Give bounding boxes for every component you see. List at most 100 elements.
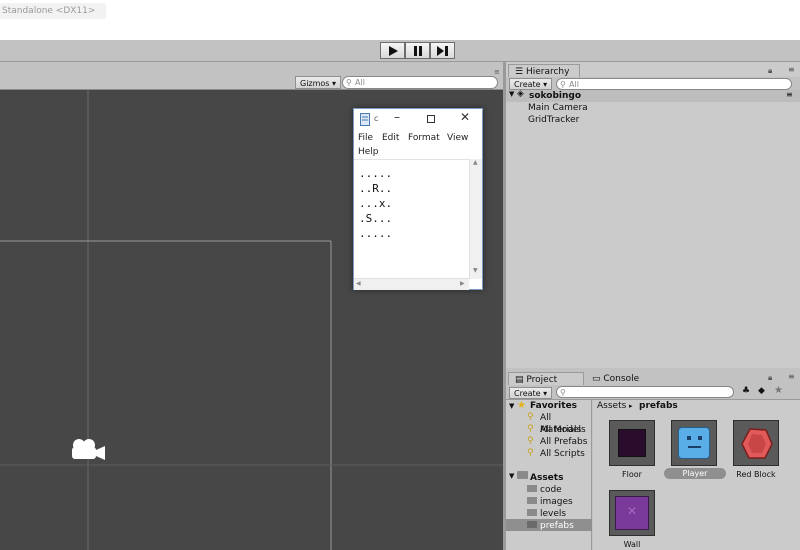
project-search-input[interactable]: ⚲ bbox=[556, 386, 734, 398]
scene-search-input[interactable]: ⚲ All bbox=[342, 76, 498, 89]
search-filter-icon: ⚲ bbox=[527, 424, 534, 434]
eye-left bbox=[687, 436, 691, 440]
pause-button[interactable] bbox=[405, 42, 430, 59]
notepad-menu-view[interactable]: View bbox=[447, 133, 468, 143]
scroll-up-icon[interactable]: ▲ bbox=[473, 159, 478, 166]
notepad-window[interactable]: c – ✕ File Edit Format View Help .......… bbox=[353, 108, 483, 290]
notepad-menu-edit[interactable]: Edit bbox=[382, 133, 399, 143]
scroll-down-icon[interactable]: ▼ bbox=[473, 267, 478, 274]
red-block-prefab-icon bbox=[741, 428, 773, 459]
notepad-horizontal-scrollbar[interactable]: ◀ ▶ bbox=[354, 278, 469, 290]
folder-code[interactable]: code bbox=[540, 484, 562, 496]
project-folder-tree: ▼ ★ Favorites ⚲ All Materials ⚲ All Mode… bbox=[506, 400, 592, 550]
notepad-line: ..... bbox=[359, 167, 393, 180]
favorites-label[interactable]: Favorites bbox=[530, 400, 577, 412]
close-icon[interactable]: ✕ bbox=[460, 110, 470, 124]
hierarchy-search-placeholder: All bbox=[569, 80, 579, 89]
tab-project[interactable]: ▤ Project bbox=[508, 372, 584, 386]
notepad-title: c bbox=[374, 114, 379, 123]
breadcrumb-assets[interactable]: Assets bbox=[597, 400, 626, 412]
notepad-menu-format[interactable]: Format bbox=[408, 133, 440, 143]
gizmos-label: Gizmos bbox=[300, 79, 330, 88]
hierarchy-tab-label: Hierarchy bbox=[525, 67, 570, 77]
lock-icon[interactable]: 🔒︎ bbox=[768, 373, 772, 383]
asset-floor[interactable] bbox=[609, 420, 655, 466]
window-title-bar: Standalone <DX11> bbox=[0, 0, 800, 40]
scene-row[interactable]: ▼ ◈ sokobingo ≡ bbox=[506, 89, 800, 102]
search-filter-icon: ⚲ bbox=[527, 436, 534, 446]
favorite-all-models[interactable]: All Models bbox=[540, 424, 586, 436]
hierarchy-toolbar: Create ▾ ⚲ All bbox=[506, 77, 800, 91]
project-create-button[interactable]: Create ▾ bbox=[509, 387, 553, 399]
notepad-line: ...x. bbox=[359, 197, 393, 210]
project-panel: ▤ Project ▭ Console 🔒︎ ≡ Create ▾ ⚲ ♣ ◆ … bbox=[506, 368, 800, 550]
scroll-right-icon[interactable]: ▶ bbox=[460, 280, 465, 287]
scene-menu-icon[interactable]: ≡ bbox=[786, 90, 793, 99]
project-toolbar: Create ▾ ⚲ ♣ ◆ ★ bbox=[506, 385, 800, 400]
unity-scene-icon: ◈ bbox=[517, 89, 524, 99]
panel-menu-icon[interactable]: ≡ bbox=[788, 372, 795, 381]
play-icon bbox=[388, 45, 398, 56]
notepad-icon bbox=[360, 113, 370, 126]
hierarchy-search-input[interactable]: ⚲ All bbox=[556, 78, 792, 90]
expand-arrow-icon[interactable]: ▼ bbox=[509, 90, 514, 98]
folder-prefabs[interactable]: prefabs bbox=[540, 520, 574, 532]
favorite-star-icon[interactable]: ★ bbox=[774, 385, 783, 396]
window-title: Standalone <DX11> bbox=[2, 6, 96, 16]
notepad-line: ..R.. bbox=[359, 182, 393, 195]
expand-arrow-icon[interactable]: ▼ bbox=[509, 472, 514, 480]
search-filter-icon: ⚲ bbox=[527, 412, 534, 422]
search-filter-icon: ⚲ bbox=[527, 448, 534, 458]
notepad-menu-help[interactable]: Help bbox=[358, 147, 379, 157]
folder-icon bbox=[527, 521, 537, 528]
camera-gizmo-icon[interactable] bbox=[70, 438, 106, 462]
tab-hierarchy[interactable]: ☰ Hierarchy bbox=[508, 64, 580, 78]
filter-type-icon[interactable]: ♣ bbox=[742, 386, 750, 396]
asset-wall[interactable]: ✕ bbox=[609, 490, 655, 536]
notepad-text-area[interactable]: ..... ..R.. ...x. .S........ bbox=[359, 166, 392, 241]
play-button[interactable] bbox=[380, 42, 405, 59]
filter-label-icon[interactable]: ◆ bbox=[758, 386, 765, 396]
lock-icon[interactable]: 🔒︎ bbox=[768, 66, 772, 76]
folder-icon bbox=[517, 471, 528, 479]
scene-name: sokobingo bbox=[529, 91, 582, 101]
minimize-icon[interactable]: – bbox=[394, 110, 400, 124]
notepad-menu-file[interactable]: File bbox=[358, 133, 373, 143]
hierarchy-item-main-camera[interactable]: Main Camera bbox=[528, 102, 588, 114]
hierarchy-item-gridtracker[interactable]: GridTracker bbox=[528, 114, 579, 126]
folder-images[interactable]: images bbox=[540, 496, 573, 508]
project-tab-label: Project bbox=[526, 375, 558, 385]
panel-menu-icon[interactable]: ≡ bbox=[788, 65, 795, 74]
notepad-title-bar: c – ✕ bbox=[354, 109, 482, 131]
project-create-label: Create bbox=[514, 389, 541, 398]
step-icon bbox=[437, 45, 448, 56]
panel-menu-icon[interactable]: ≡ bbox=[494, 68, 500, 76]
notepad-line: ..... bbox=[359, 227, 393, 240]
search-icon: ⚲ bbox=[560, 80, 566, 89]
maximize-icon[interactable] bbox=[427, 115, 435, 123]
scroll-left-icon[interactable]: ◀ bbox=[356, 280, 361, 287]
tab-console[interactable]: ▭ Console bbox=[586, 372, 656, 386]
favorite-all-prefabs[interactable]: All Prefabs bbox=[540, 436, 587, 448]
search-icon: ⚲ bbox=[346, 78, 352, 87]
player-prefab-icon bbox=[678, 427, 710, 459]
asset-red-block[interactable] bbox=[733, 420, 779, 466]
pause-icon bbox=[413, 45, 422, 56]
gizmos-dropdown[interactable]: Gizmos ▾ bbox=[295, 76, 342, 89]
asset-label-player: Player bbox=[664, 468, 726, 479]
favorite-all-scripts[interactable]: All Scripts bbox=[540, 448, 585, 460]
asset-label-floor: Floor bbox=[622, 470, 642, 479]
mouth bbox=[688, 446, 701, 448]
assets-label[interactable]: Assets bbox=[530, 472, 563, 484]
asset-player[interactable] bbox=[671, 420, 717, 466]
wall-mark-icon: ✕ bbox=[627, 504, 638, 518]
hierarchy-panel: ☰ Hierarchy 🔒︎ ≡ Create ▾ ⚲ All ▼ ◈ soko… bbox=[506, 62, 800, 368]
hierarchy-create-label: Create bbox=[514, 80, 541, 89]
step-button[interactable] bbox=[430, 42, 455, 59]
expand-arrow-icon[interactable]: ▼ bbox=[509, 402, 514, 410]
favorite-all-materials[interactable]: All Materials bbox=[540, 412, 591, 435]
console-tab-label: Console bbox=[603, 374, 640, 384]
hierarchy-create-button[interactable]: Create ▾ bbox=[509, 78, 553, 90]
notepad-vertical-scrollbar[interactable]: ▲ ▼ bbox=[469, 159, 482, 279]
floor-prefab-icon bbox=[618, 429, 646, 457]
